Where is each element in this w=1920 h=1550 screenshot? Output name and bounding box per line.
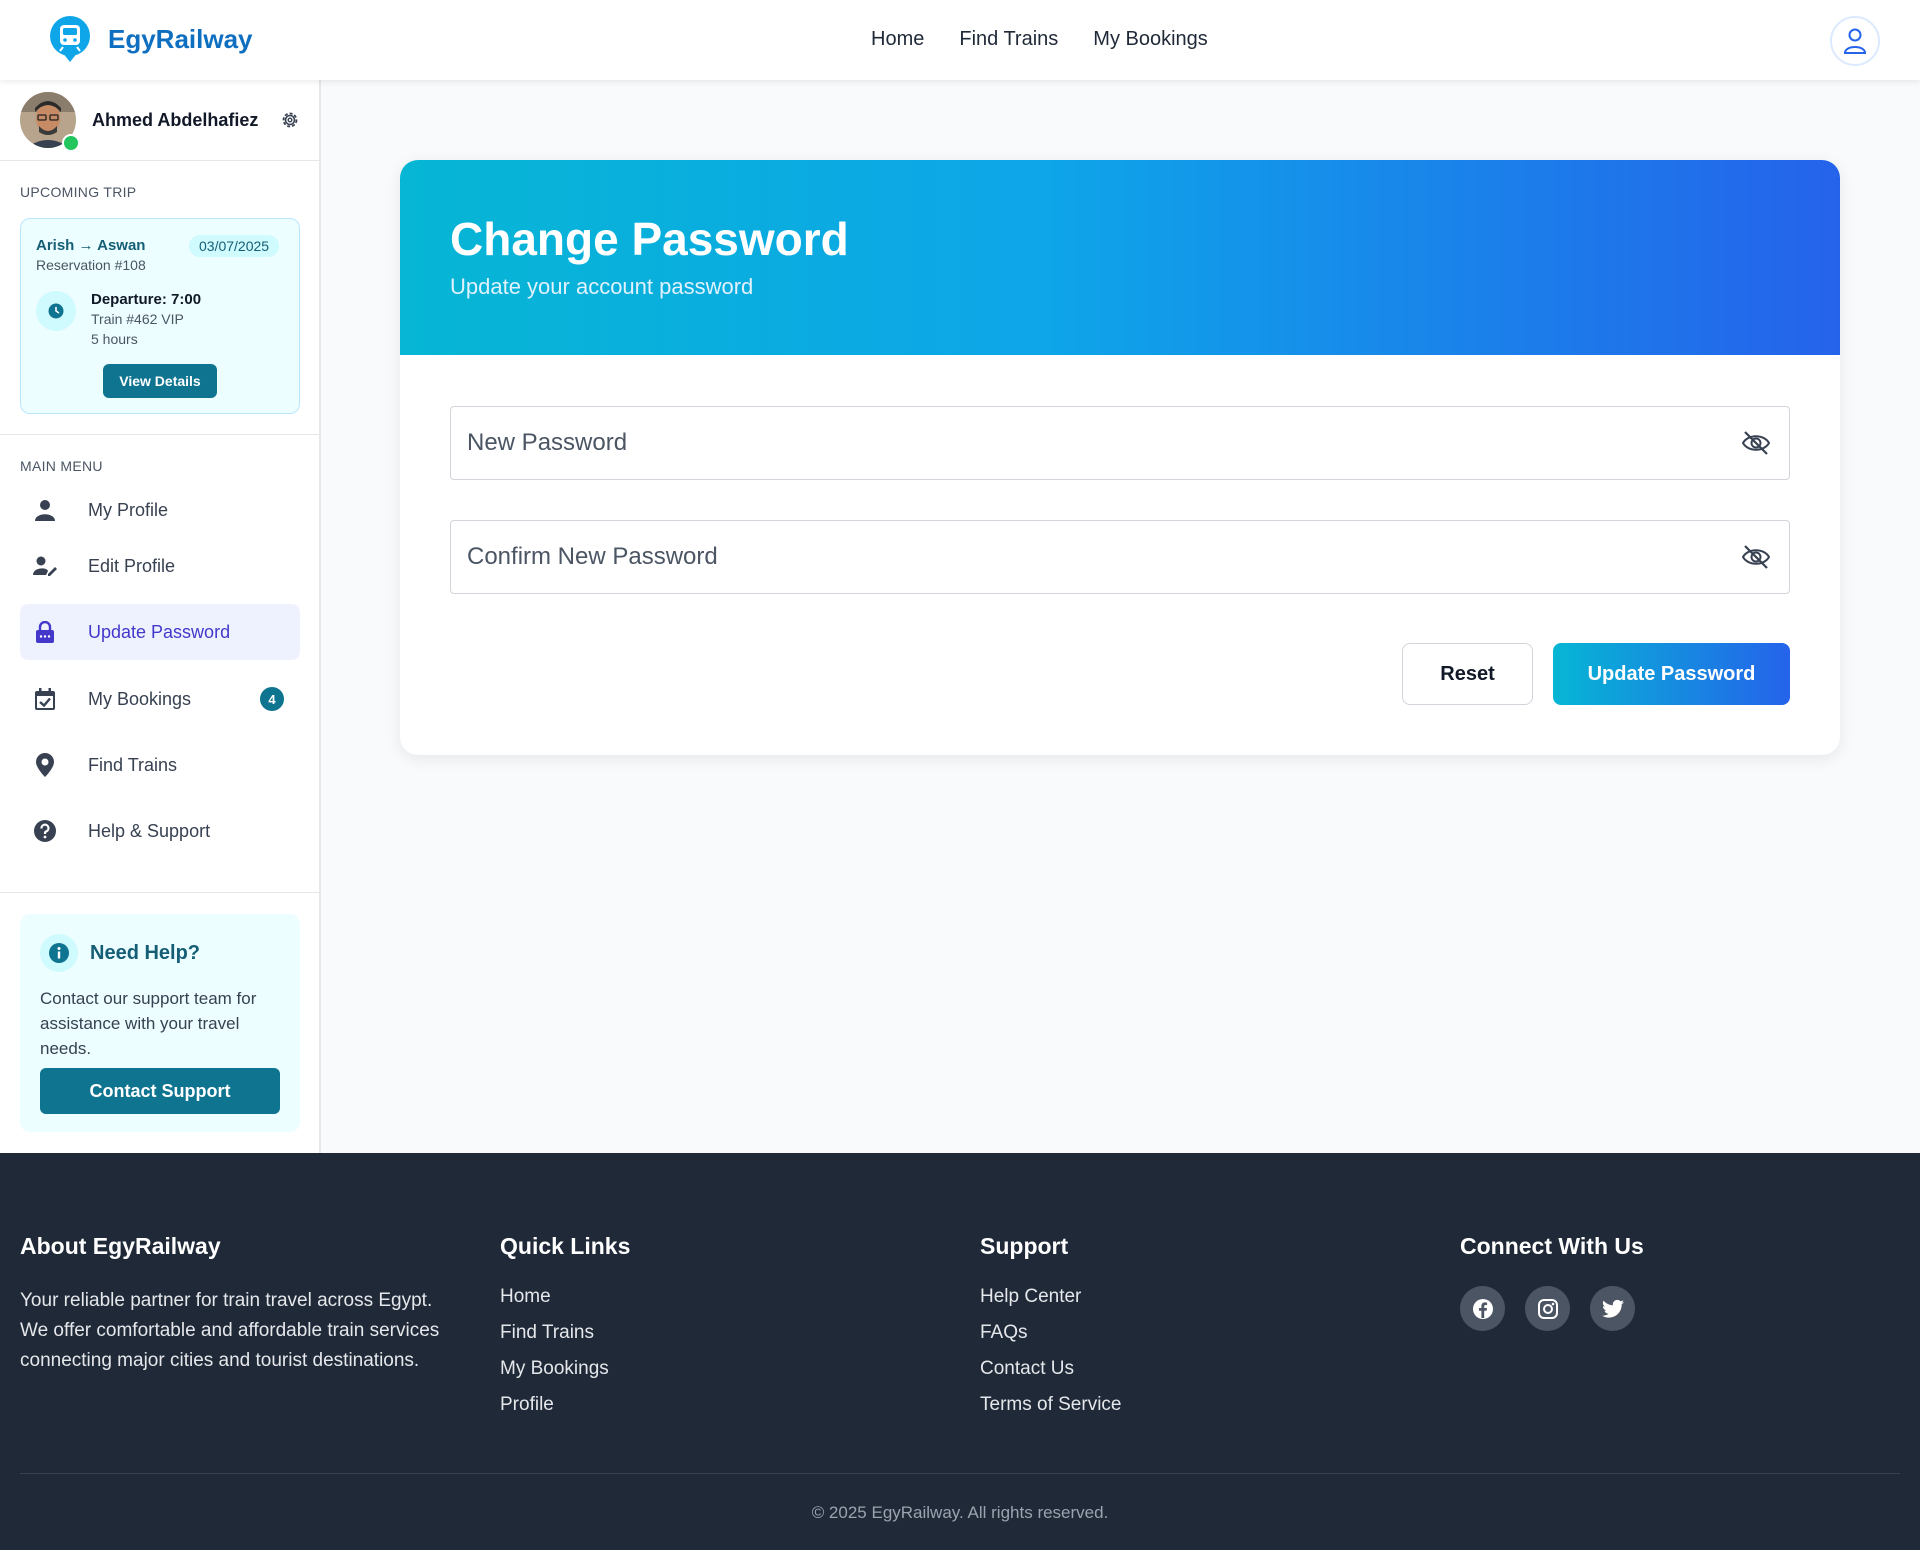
footer-link-my-bookings[interactable]: My Bookings: [500, 1358, 630, 1380]
footer-about-title: About EgyRailway: [20, 1233, 221, 1259]
footer-quick-links-title: Quick Links: [500, 1233, 631, 1259]
sidebar-profile: Ahmed Abdelhafiez: [20, 92, 301, 152]
footer-link-profile[interactable]: Profile: [500, 1394, 630, 1416]
question-circle-icon: [32, 820, 58, 842]
footer-divider: [20, 1473, 1900, 1474]
view-details-button[interactable]: View Details: [103, 364, 217, 398]
main-nav: Home Find Trains My Bookings: [871, 28, 1208, 51]
trip-route: Arish → Aswan: [36, 237, 146, 254]
info-icon: [40, 934, 78, 972]
update-password-button[interactable]: Update Password: [1553, 643, 1790, 705]
sidebar: Ahmed Abdelhafiez UPCOMING TRIP Arish → …: [0, 80, 321, 1153]
sidebar-item-my-bookings[interactable]: My Bookings 4: [20, 671, 300, 727]
footer-link-terms[interactable]: Terms of Service: [980, 1394, 1121, 1416]
footer-link-help-center[interactable]: Help Center: [980, 1286, 1121, 1308]
user-icon: [32, 499, 58, 521]
change-password-card: Change Password Update your account pass…: [400, 160, 1840, 755]
bookings-count-badge: 4: [260, 687, 284, 711]
facebook-icon[interactable]: [1460, 1286, 1505, 1331]
nav-find-trains-link[interactable]: Find Trains: [959, 28, 1058, 51]
user-account-button[interactable]: [1830, 16, 1880, 66]
footer-link-faqs[interactable]: FAQs: [980, 1322, 1121, 1344]
footer-support-title: Support: [980, 1233, 1069, 1259]
footer-link-home[interactable]: Home: [500, 1286, 630, 1308]
footer-link-contact-us[interactable]: Contact Us: [980, 1358, 1121, 1380]
sidebar-item-label: Update Password: [88, 621, 231, 642]
footer-connect-title: Connect With Us: [1460, 1233, 1644, 1259]
lock-icon: [32, 621, 58, 643]
confirm-password-field: [450, 520, 1790, 594]
footer-support: Support Help Center FAQs Contact Us Term…: [980, 1233, 1121, 1430]
trip-departure: Departure: 7:00: [91, 291, 202, 308]
trip-duration: 5 hours: [91, 331, 138, 347]
sidebar-item-help-support[interactable]: Help & Support: [20, 803, 300, 859]
help-text: Contact our support team for assistance …: [40, 989, 257, 1058]
upcoming-trip-label: UPCOMING TRIP: [20, 184, 137, 200]
footer-about-text: Your reliable partner for train travel a…: [20, 1290, 440, 1371]
clock-icon: [36, 291, 76, 331]
card-header: Change Password Update your account pass…: [400, 160, 1840, 355]
sidebar-item-find-trains[interactable]: Find Trains: [20, 737, 300, 793]
brand[interactable]: EgyRailway: [48, 16, 253, 62]
eye-slash-icon[interactable]: [1741, 429, 1771, 457]
user-outline-icon: [1843, 28, 1867, 54]
profile-name: Ahmed Abdelhafiez: [92, 110, 259, 130]
sidebar-item-label: Edit Profile: [88, 555, 176, 576]
divider: [0, 892, 321, 893]
sidebar-item-edit-profile[interactable]: Edit Profile: [20, 538, 300, 594]
page-title: Change Password: [450, 213, 849, 265]
divider: [0, 434, 321, 435]
page-subtitle: Update your account password: [450, 274, 754, 299]
trip-reservation: Reservation #108: [36, 257, 146, 273]
copyright: © 2025 EgyRailway. All rights reserved.: [811, 1503, 1109, 1522]
brand-name: EgyRailway: [108, 23, 253, 54]
footer-about: About EgyRailway Your reliable partner f…: [20, 1233, 460, 1376]
new-password-field: [450, 406, 1790, 480]
contact-support-button[interactable]: Contact Support: [40, 1068, 280, 1114]
footer: About EgyRailway Your reliable partner f…: [0, 1153, 1920, 1550]
user-edit-icon: [32, 556, 58, 576]
trip-train: Train #462 VIP: [91, 311, 184, 327]
footer-quick-links: Quick Links Home Find Trains My Bookings…: [500, 1233, 630, 1430]
footer-connect: Connect With Us: [1460, 1233, 1644, 1331]
nav-my-bookings-link[interactable]: My Bookings: [1093, 28, 1208, 51]
gear-icon[interactable]: [280, 110, 300, 130]
confirm-password-input[interactable]: [467, 521, 1717, 593]
twitter-icon[interactable]: [1590, 1286, 1635, 1331]
reset-button[interactable]: Reset: [1402, 643, 1533, 705]
online-status-dot: [62, 134, 80, 152]
map-pin-icon: [32, 753, 58, 777]
sidebar-item-label: My Bookings: [88, 688, 192, 709]
trip-date-badge: 03/07/2025: [189, 235, 280, 257]
upcoming-trip-card: Arish → Aswan Reservation #108 03/07/202…: [20, 218, 300, 414]
instagram-icon[interactable]: [1525, 1286, 1570, 1331]
sidebar-item-update-password[interactable]: Update Password: [20, 604, 300, 660]
sidebar-item-my-profile[interactable]: My Profile: [20, 482, 300, 538]
help-title: Need Help?: [90, 942, 201, 964]
nav-home-link[interactable]: Home: [871, 28, 924, 51]
train-logo-icon: [50, 16, 90, 62]
divider: [0, 160, 321, 161]
top-navbar: EgyRailway Home Find Trains My Bookings: [0, 0, 1920, 80]
sidebar-item-label: Help & Support: [88, 820, 211, 841]
eye-slash-icon[interactable]: [1741, 543, 1771, 571]
need-help-card: Need Help? Contact our support team for …: [20, 914, 300, 1132]
sidebar-item-label: Find Trains: [88, 754, 178, 775]
footer-link-find-trains[interactable]: Find Trains: [500, 1322, 630, 1344]
new-password-input[interactable]: [467, 407, 1717, 479]
main-menu-label: MAIN MENU: [20, 458, 103, 474]
calendar-check-icon: [32, 688, 58, 710]
sidebar-item-label: My Profile: [88, 499, 169, 520]
